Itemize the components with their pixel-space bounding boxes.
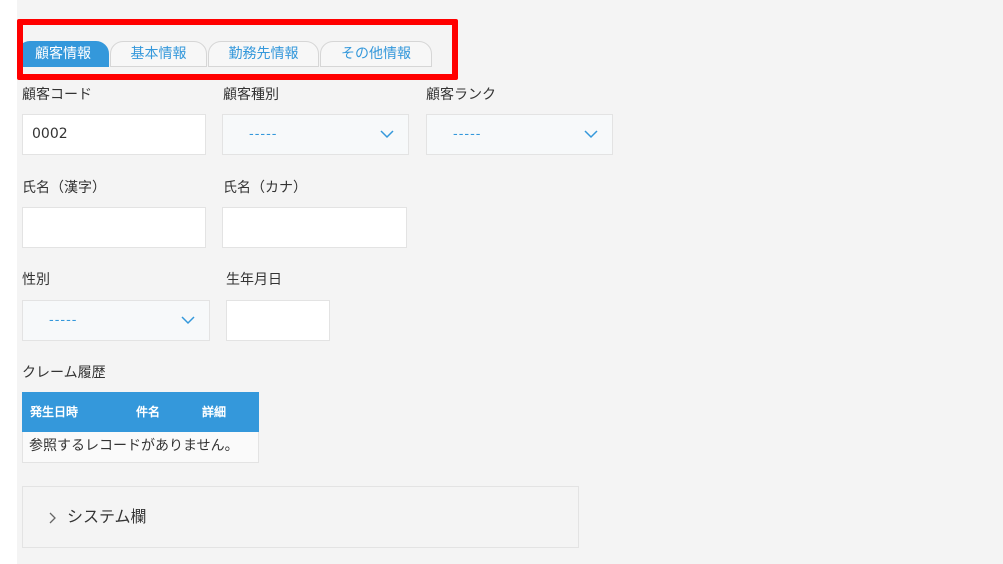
customer-rank-select[interactable]: ----- [426,114,613,155]
birthdate-input[interactable] [226,300,330,341]
highlight-box [17,19,458,80]
column-occurred-at: 発生日時 [30,405,79,419]
claims-empty-row: 参照するレコードがありません。 [22,432,259,463]
claims-label: クレーム履歴 [22,365,106,381]
claims-table-header: 発生日時 件名 詳細 [22,392,259,432]
column-subject: 件名 [136,405,161,419]
customer-rank-label: 顧客ランク [426,87,496,103]
system-section-label: システム欄 [67,507,147,526]
gender-value: ----- [49,313,78,328]
customer-code-label: 顧客コード [22,87,92,103]
chevron-down-icon [584,130,598,139]
name-kanji-label: 氏名（漢字） [22,180,106,196]
name-kana-label: 氏名（カナ） [223,180,307,196]
name-kanji-input[interactable] [22,207,206,248]
gender-select[interactable]: ----- [22,300,210,341]
customer-rank-value: ----- [453,127,482,142]
form-canvas: 顧客情報 基本情報 勤務先情報 その他情報 顧客コード 0002 顧客種別 --… [17,0,1003,564]
customer-type-label: 顧客種別 [223,87,279,103]
chevron-right-icon [49,512,56,524]
gender-label: 性別 [22,272,50,288]
customer-code-input[interactable]: 0002 [22,114,206,155]
chevron-down-icon [380,130,394,139]
column-detail: 詳細 [202,405,227,419]
customer-type-value: ----- [249,127,278,142]
claims-table: 発生日時 件名 詳細 参照するレコードがありません。 [22,392,259,463]
name-kana-input[interactable] [222,207,407,248]
customer-type-select[interactable]: ----- [222,114,409,155]
birthdate-label: 生年月日 [226,272,282,288]
system-section-toggle[interactable]: システム欄 [22,486,579,548]
chevron-down-icon [181,316,195,325]
